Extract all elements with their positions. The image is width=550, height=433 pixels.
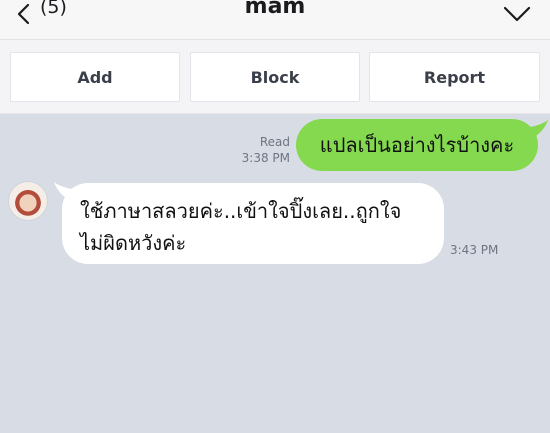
- menu-toggle[interactable]: [502, 2, 532, 26]
- action-bar: Add Block Report: [0, 40, 550, 114]
- incoming-message-bubble[interactable]: ใช้ภาษาสลวยค่ะ..เข้าใจปิ๊งเลย..ถูกใจ ไม่…: [62, 183, 444, 264]
- message-time: 3:38 PM: [241, 151, 290, 165]
- chat-header: (5) mam: [0, 0, 550, 40]
- outgoing-message-bubble[interactable]: แปลเป็นอย่างไรบ้างคะ: [296, 119, 538, 171]
- read-status: Read: [259, 135, 290, 149]
- message-time: 3:43 PM: [450, 243, 499, 257]
- message-text: แปลเป็นอย่างไรบ้างคะ: [319, 133, 515, 157]
- message-text-line: ไม่ผิดหวังค่ะ: [80, 231, 187, 255]
- message-text-line: ใช้ภาษาสลวยค่ะ..เข้าใจปิ๊งเลย..ถูกใจ: [80, 199, 402, 223]
- block-button[interactable]: Block: [190, 52, 360, 102]
- report-button[interactable]: Report: [369, 52, 540, 102]
- avatar[interactable]: [8, 181, 48, 221]
- incoming-message-meta: 3:43 PM: [450, 242, 510, 258]
- chat-title: mam: [244, 0, 306, 19]
- outgoing-message-meta: Read 3:38 PM: [228, 134, 290, 166]
- chevron-down-icon: [503, 6, 531, 22]
- add-button[interactable]: Add: [10, 52, 180, 102]
